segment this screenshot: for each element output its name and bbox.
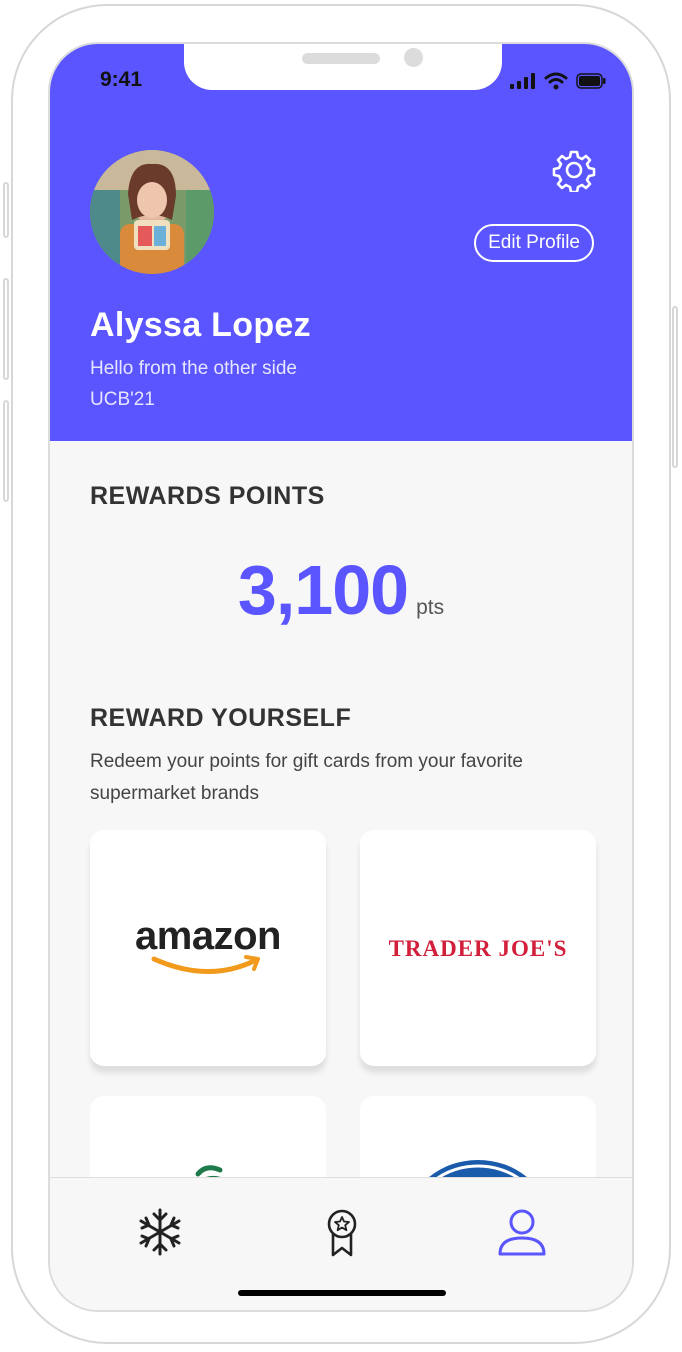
profile-school: UCB'21 [90,389,155,410]
wifi-icon [544,72,568,95]
status-icons [510,72,606,95]
settings-gear-icon[interactable] [552,148,596,194]
volume-up-button [3,278,9,380]
signal-icon [510,73,536,94]
snowflake-icon [139,1208,181,1256]
power-button [672,306,678,468]
reward-yourself-title: REWARD YOURSELF [90,704,352,732]
edit-profile-button[interactable]: Edit Profile [474,224,594,262]
reward-yourself-description: Redeem your points for gift cards from y… [90,751,523,804]
user-icon [498,1209,546,1256]
silent-switch [3,182,9,238]
points-unit: pts [416,596,445,619]
rewards-points-title: REWARDS POINTS [90,482,325,510]
tab-profile[interactable] [496,1206,548,1258]
profile-name: Alyssa Lopez [90,306,311,344]
tab-snowflake[interactable] [134,1206,186,1258]
profile-tagline: Hello from the other side [90,358,297,379]
avatar[interactable] [90,150,214,274]
tab-rewards[interactable] [316,1206,368,1258]
amazon-gift-card[interactable]: amazon [90,830,326,1066]
tab-bar [50,1177,632,1310]
speaker [302,53,380,64]
trader-joes-logo: TRADER JOE'S [388,936,568,961]
notch [184,44,502,90]
battery-icon [576,73,606,94]
phone-screen: 9:41 Edit Profile Alyssa Lopez Hello fro… [48,42,634,1312]
amazon-smile-icon [151,955,260,974]
status-time: 9:41 [100,68,143,91]
points-value: 3,100 [237,551,409,629]
home-indicator [238,1290,446,1296]
volume-down-button [3,400,9,502]
award-ribbon-icon [327,1209,357,1257]
front-camera [404,48,423,67]
trader-joes-gift-card[interactable]: TRADER JOE'S [360,830,596,1066]
points-display: 3,100 pts [50,550,632,630]
profile-header: 9:41 Edit Profile Alyssa Lopez Hello fro… [50,44,632,441]
